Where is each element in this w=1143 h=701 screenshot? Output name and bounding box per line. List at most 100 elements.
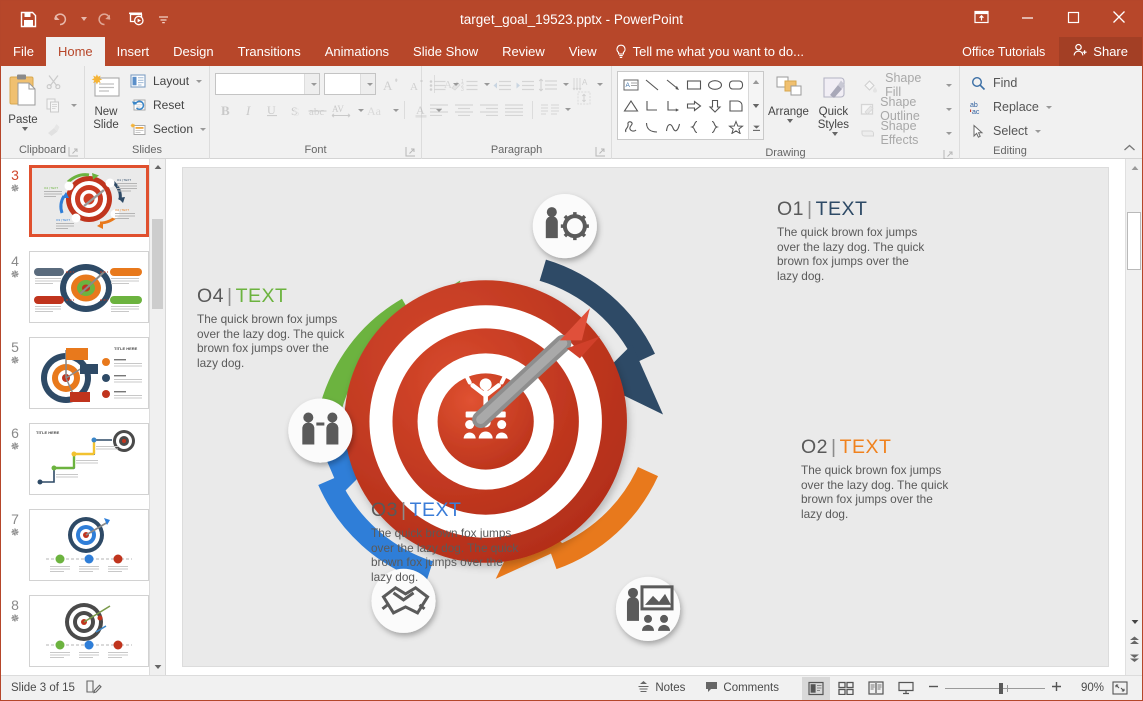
- shape-rounded-rectangle[interactable]: [725, 74, 746, 95]
- thumbnail-slide-7[interactable]: 7 ✵: [1, 509, 165, 595]
- thumbnail-frame-5[interactable]: TITLE HERE: [29, 337, 149, 409]
- text-block-02[interactable]: O2 | TEXT The quick brown fox jumps over t…: [801, 436, 949, 521]
- select-dropdown-icon[interactable]: [1034, 129, 1041, 133]
- save-icon[interactable]: [13, 6, 43, 32]
- tab-animations[interactable]: Animations: [313, 37, 401, 66]
- replace-dropdown-icon[interactable]: [1045, 105, 1052, 109]
- italic-icon[interactable]: I: [238, 99, 260, 121]
- text-direction-dropdown-icon[interactable]: [597, 83, 603, 86]
- paste-button[interactable]: Paste: [6, 69, 40, 131]
- maximize-icon[interactable]: [1050, 1, 1096, 33]
- thumbnail-slide-5[interactable]: 5 ✵ TITLE HERE: [1, 337, 165, 423]
- bold-icon[interactable]: B: [215, 99, 237, 121]
- shape-left-brace[interactable]: [683, 116, 704, 137]
- shapes-scroll-up-icon[interactable]: [750, 73, 763, 91]
- select-button[interactable]: Select: [965, 119, 1054, 143]
- text-shadow-icon[interactable]: SS: [284, 99, 306, 121]
- find-button[interactable]: Find: [965, 71, 1054, 95]
- strikethrough-icon[interactable]: abc: [307, 99, 329, 121]
- zoom-percentage[interactable]: 90%: [1070, 682, 1104, 694]
- shape-line[interactable]: [641, 74, 662, 95]
- thumbnail-slide-6[interactable]: 6 ✵ TITLE HERE: [1, 423, 165, 509]
- columns-dropdown-icon[interactable]: [565, 108, 571, 111]
- slide-thumbnail-pane[interactable]: 3 ✵ O1 | TEXT O2 | TEXT O3 | TEXT O4 | T…: [1, 159, 166, 675]
- tab-file[interactable]: File: [1, 37, 46, 66]
- character-spacing-icon[interactable]: AV: [330, 99, 354, 121]
- align-left-icon[interactable]: [427, 99, 451, 121]
- tab-design[interactable]: Design: [161, 37, 225, 66]
- thumbnail-frame-8[interactable]: [29, 595, 149, 667]
- shape-outline-dropdown-icon[interactable]: [946, 107, 952, 111]
- accessibility-checker-icon[interactable]: [85, 679, 102, 697]
- text-block-03[interactable]: O3 | TEXT The quick brown fox jumps over t…: [371, 499, 519, 584]
- start-presentation-icon[interactable]: [121, 6, 151, 32]
- shape-curve[interactable]: [662, 116, 683, 137]
- tell-me-search[interactable]: Tell me what you want to do...: [609, 37, 814, 66]
- shape-effects-button[interactable]: Shape Effects: [858, 119, 954, 147]
- undo-dropdown-icon[interactable]: [77, 6, 87, 32]
- shape-elbow-arrow-connector[interactable]: [662, 95, 683, 116]
- align-center-icon[interactable]: [452, 99, 476, 121]
- zoom-slider[interactable]: [922, 681, 1068, 695]
- zoom-handle[interactable]: [999, 682, 1003, 694]
- slide-editing-surface[interactable]: O4 | TEXT The quick brown fox jumps over t…: [182, 167, 1109, 667]
- thumbnail-slide-3[interactable]: 3 ✵ O1 | TEXT O2 | TEXT O3 | TEXT O4 | T…: [1, 165, 165, 251]
- line-spacing-icon[interactable]: [537, 74, 559, 96]
- section-dropdown-icon[interactable]: [200, 127, 207, 131]
- shape-down-arrow[interactable]: [704, 95, 725, 116]
- zoom-out-button[interactable]: [928, 681, 939, 695]
- section-button[interactable]: Section: [125, 117, 208, 141]
- tab-slide-show[interactable]: Slide Show: [401, 37, 490, 66]
- character-spacing-dropdown-icon[interactable]: [358, 108, 364, 112]
- shapes-more-icon[interactable]: [750, 120, 763, 138]
- reading-view-button[interactable]: [862, 677, 890, 700]
- line-spacing-dropdown-icon[interactable]: [563, 83, 569, 86]
- paragraph-dialog-launcher[interactable]: [595, 146, 606, 157]
- shape-right-brace[interactable]: [704, 116, 725, 137]
- arrange-dropdown-icon[interactable]: [786, 119, 793, 123]
- copy-button[interactable]: [40, 93, 79, 117]
- thumbnail-scrollbar-thumb[interactable]: [152, 219, 163, 309]
- slide-show-view-button[interactable]: [892, 677, 920, 700]
- scroll-up-icon[interactable]: [1126, 159, 1142, 176]
- scroll-down-icon[interactable]: [1126, 613, 1142, 630]
- thumbnail-frame-7[interactable]: [29, 509, 149, 581]
- shapes-gallery-scrollbar[interactable]: [748, 72, 763, 139]
- tab-insert[interactable]: Insert: [105, 37, 162, 66]
- thumbnail-frame-3[interactable]: O1 | TEXT O2 | TEXT O3 | TEXT O4 | TEXT: [29, 165, 149, 237]
- change-case-dropdown-icon[interactable]: [393, 108, 399, 112]
- undo-icon[interactable]: [45, 6, 75, 32]
- redo-icon[interactable]: [89, 6, 119, 32]
- collapse-ribbon-button[interactable]: [1123, 142, 1136, 156]
- shape-right-arrow[interactable]: [683, 95, 704, 116]
- numbering-icon[interactable]: 123: [460, 74, 480, 96]
- text-block-01[interactable]: O1 | TEXT The quick brown fox jumps over t…: [777, 198, 925, 283]
- tab-view[interactable]: View: [557, 37, 609, 66]
- shapes-gallery[interactable]: A: [617, 71, 764, 140]
- thumbnail-scrollbar[interactable]: [149, 159, 165, 675]
- arrange-button[interactable]: Arrange: [768, 71, 809, 123]
- notes-button[interactable]: Notes: [628, 676, 694, 701]
- shape-star[interactable]: [725, 116, 746, 137]
- replace-button[interactable]: ab ac Replace: [965, 95, 1054, 119]
- shape-flowchart[interactable]: [725, 95, 746, 116]
- quick-styles-dropdown-icon[interactable]: [831, 132, 838, 136]
- zoom-in-button[interactable]: [1051, 681, 1062, 695]
- shape-fill-button[interactable]: Shape Fill: [858, 71, 954, 99]
- shape-effects-dropdown-icon[interactable]: [946, 131, 952, 135]
- font-name-dropdown-icon[interactable]: [304, 74, 319, 94]
- bullets-icon[interactable]: [427, 74, 449, 96]
- close-icon[interactable]: [1096, 1, 1142, 33]
- vertical-scrollbar-thumb[interactable]: [1127, 212, 1141, 270]
- shapes-scroll-down-icon[interactable]: [750, 97, 763, 115]
- quick-styles-button[interactable]: Quick Styles: [813, 71, 854, 136]
- align-right-icon[interactable]: [477, 99, 501, 121]
- columns-icon[interactable]: [539, 99, 561, 121]
- thumbnail-frame-4[interactable]: [29, 251, 149, 323]
- text-block-04[interactable]: O4 | TEXT The quick brown fox jumps over t…: [197, 285, 349, 370]
- change-case-icon[interactable]: Aa: [365, 99, 389, 121]
- shape-rectangle[interactable]: [683, 74, 704, 95]
- font-name-input[interactable]: [215, 73, 320, 95]
- cut-button[interactable]: [40, 69, 79, 93]
- shape-arrow-line[interactable]: [662, 74, 683, 95]
